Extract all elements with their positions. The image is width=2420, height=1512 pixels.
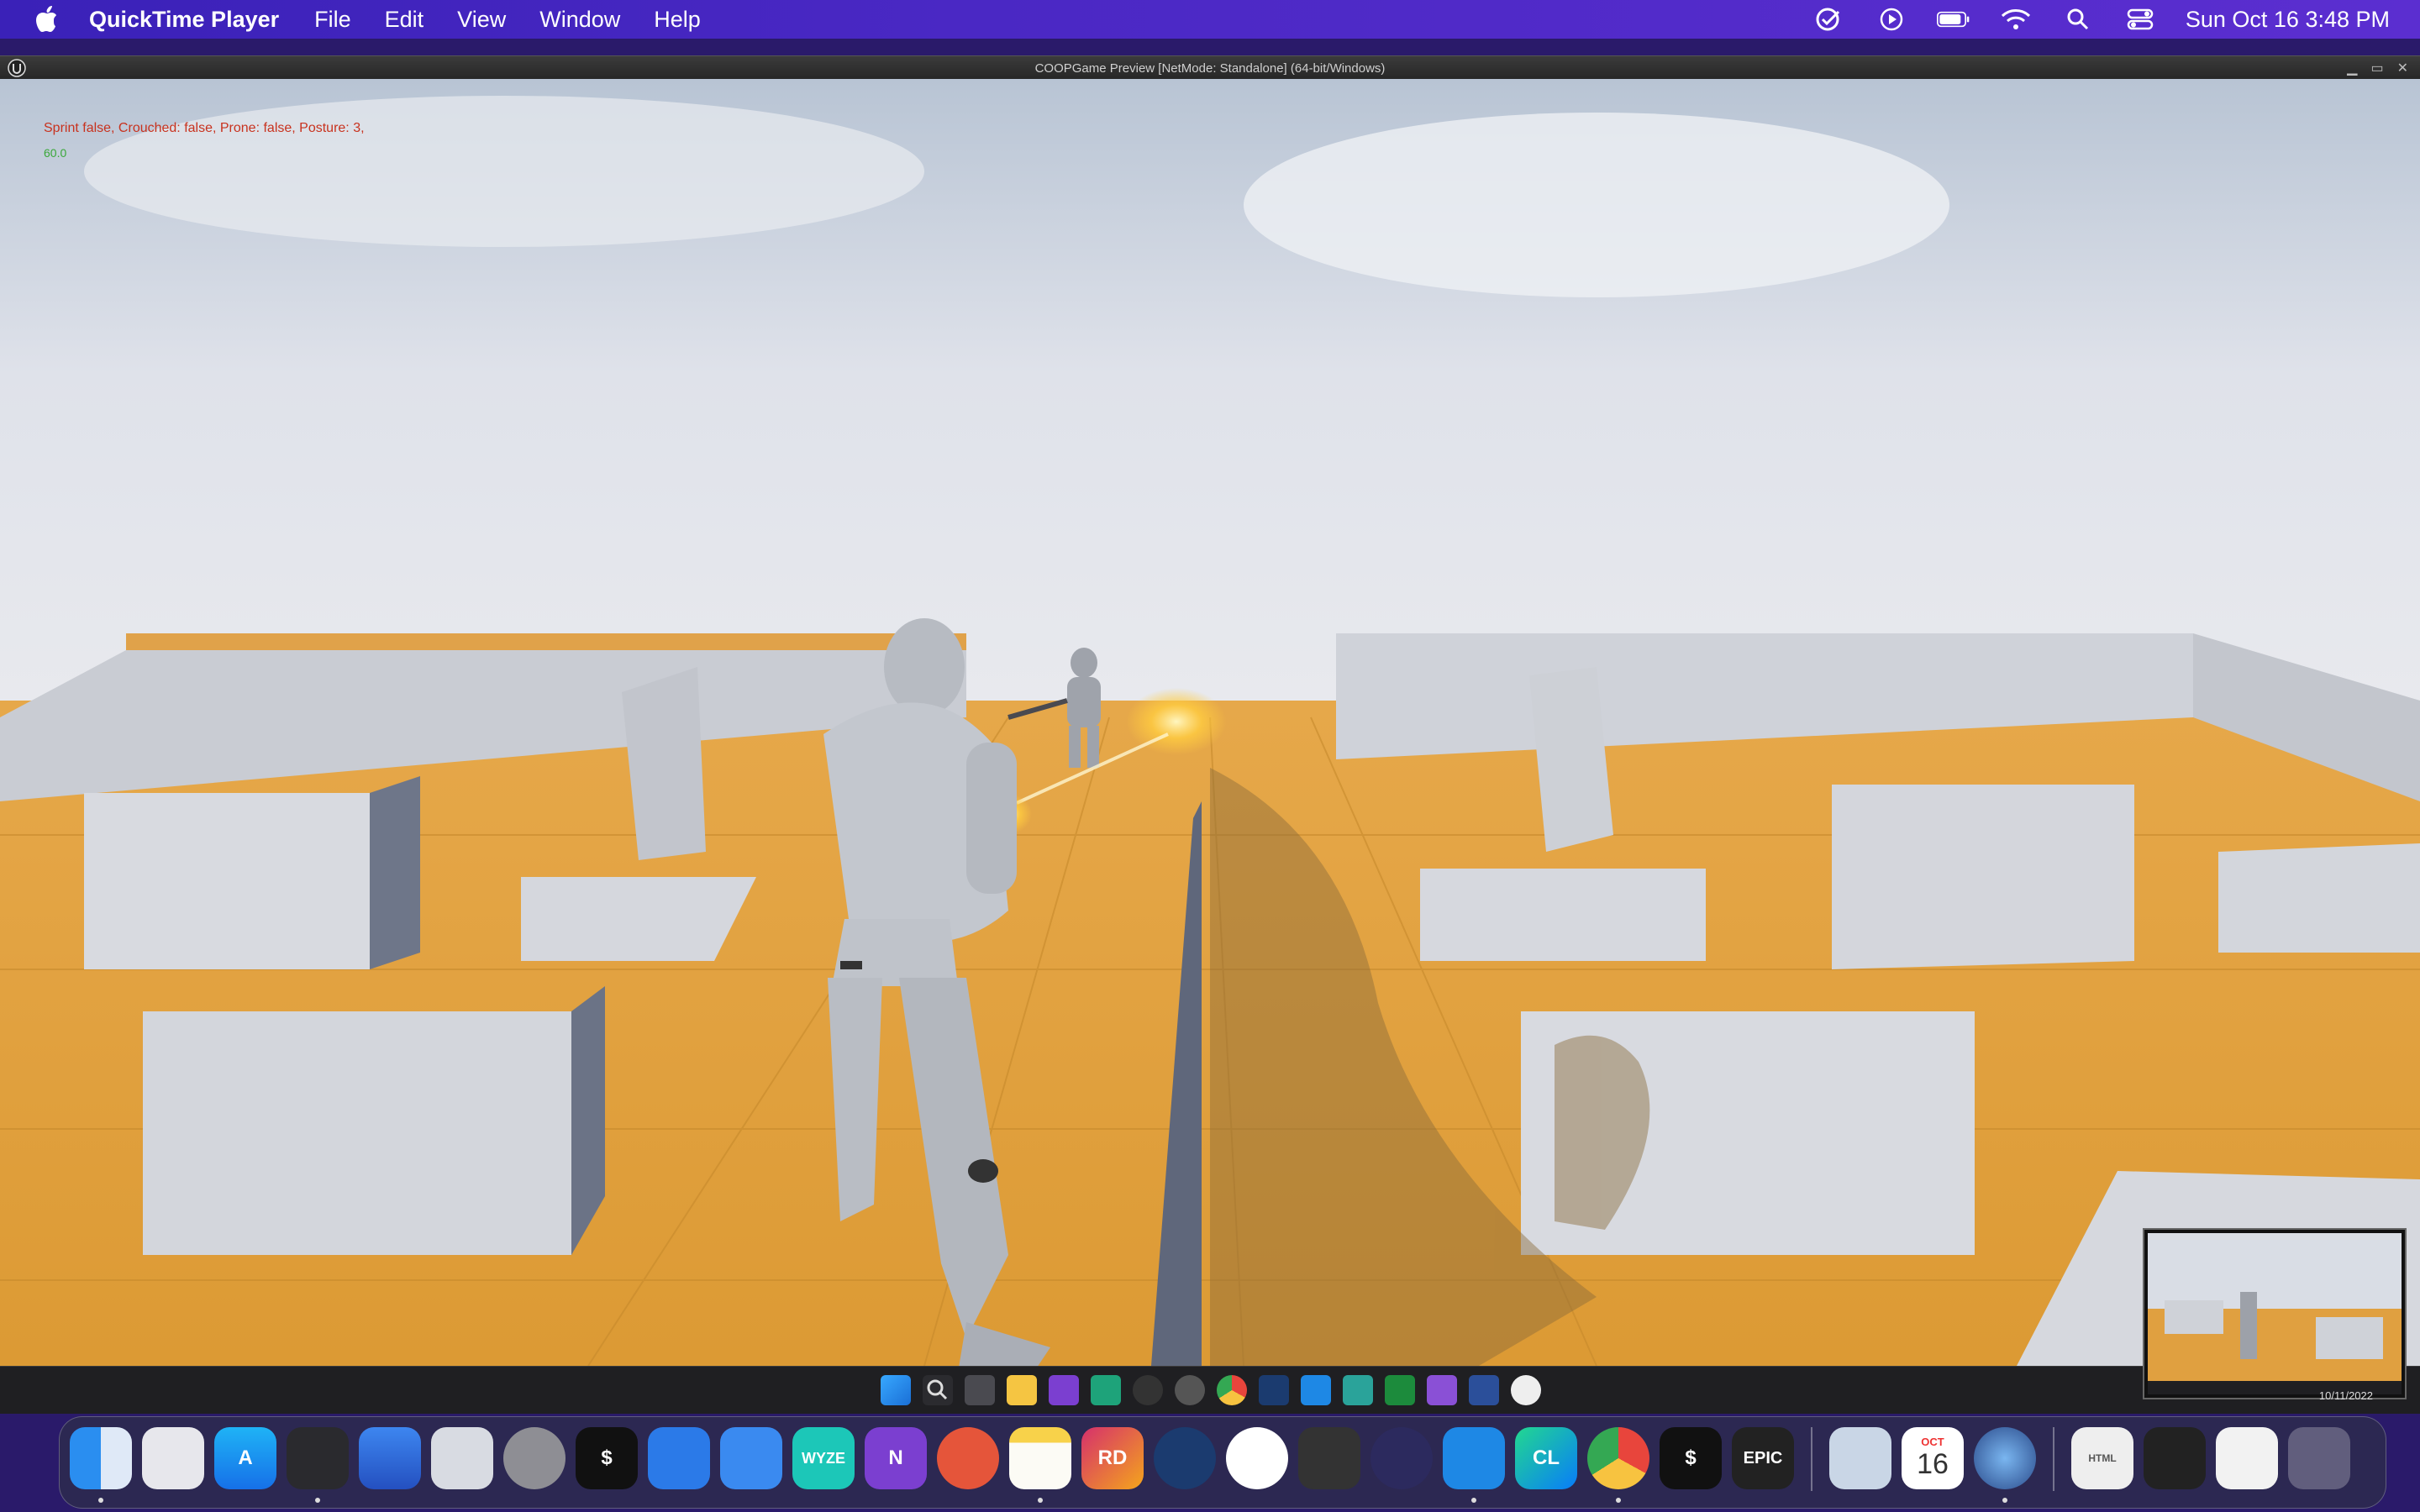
video-thumbnail-preview[interactable] (2144, 1230, 2405, 1398)
unreal-icon[interactable] (1511, 1375, 1541, 1405)
app-icon[interactable] (1091, 1375, 1121, 1405)
dock-launchpad[interactable] (142, 1427, 204, 1489)
clock[interactable]: Sun Oct 16 3:48 PM (2186, 7, 2390, 33)
cloud (84, 96, 924, 247)
menu-window[interactable]: Window (539, 7, 620, 33)
menu-view[interactable]: View (457, 7, 506, 33)
dock-finder[interactable] (70, 1427, 132, 1503)
dock-remote-desktop[interactable] (937, 1427, 999, 1489)
menu-help[interactable]: Help (654, 7, 701, 33)
close-icon[interactable]: ✕ (2397, 60, 2408, 76)
dock-onenote[interactable]: N (865, 1427, 927, 1489)
menu-bar: QuickTime Player File Edit View Window H… (0, 0, 2420, 39)
search-icon[interactable] (923, 1375, 953, 1405)
guest-taskbar (0, 1366, 2420, 1414)
dock-preview[interactable] (431, 1427, 493, 1489)
chrome-icon[interactable] (1217, 1375, 1247, 1405)
menu-edit[interactable]: Edit (385, 7, 424, 33)
visual-studio-icon[interactable] (1427, 1375, 1457, 1405)
dock-chrome-window[interactable] (2216, 1427, 2278, 1489)
rider-icon[interactable] (1385, 1375, 1415, 1405)
dock-wyze[interactable]: WYZE (792, 1427, 855, 1489)
app-menu[interactable]: QuickTime Player (89, 7, 279, 33)
dock-trash[interactable] (2288, 1427, 2350, 1489)
dock-xcode[interactable] (720, 1427, 782, 1489)
dock: A $ WYZE N RD CL $ EPIC OCT 16 HTML (59, 1416, 2386, 1509)
dock-terminal-2[interactable]: $ (1660, 1427, 1722, 1489)
dock-dvd-player[interactable] (287, 1427, 349, 1503)
dock-vscode-window[interactable] (2144, 1427, 2206, 1489)
dock-unity[interactable] (1298, 1427, 1360, 1489)
dock-steam[interactable] (1154, 1427, 1216, 1489)
app-icon-2[interactable] (1175, 1375, 1205, 1405)
powershell-icon[interactable] (1469, 1375, 1499, 1405)
dock-image-capture[interactable] (1829, 1427, 1891, 1489)
maximize-icon[interactable]: ▭ (2370, 60, 2383, 76)
dock-epic-games[interactable]: EPIC (1732, 1427, 1794, 1489)
window-controls: ▁ ▭ ✕ (2347, 60, 2408, 76)
dock-chrome[interactable] (1587, 1427, 1649, 1503)
debug-fps-text: 60.0 (44, 146, 67, 160)
onenote-icon[interactable] (1049, 1375, 1079, 1405)
dock-notes[interactable] (1009, 1427, 1071, 1503)
vscode-icon[interactable] (1301, 1375, 1331, 1405)
unreal-logo-icon (8, 59, 26, 77)
play-circle-icon[interactable] (1875, 5, 1908, 34)
cloud (1244, 113, 1949, 297)
windows-start-icon[interactable] (881, 1375, 911, 1405)
obs-icon[interactable] (1133, 1375, 1163, 1405)
minimize-icon[interactable]: ▁ (2347, 60, 2357, 76)
dock-altool[interactable] (1226, 1427, 1288, 1489)
dock-terminal[interactable]: $ (576, 1427, 638, 1489)
debug-status-text: Sprint false, Crouched: false, Prone: fa… (44, 121, 365, 135)
dock-clion[interactable]: CL (1515, 1427, 1577, 1489)
game-scene (0, 79, 2420, 1366)
dock-html-document[interactable]: HTML (2071, 1427, 2133, 1489)
status-area: Sun Oct 16 3:48 PM (1812, 0, 2390, 39)
dock-swift-playgrounds[interactable] (359, 1427, 421, 1489)
dock-eclipse[interactable] (1370, 1427, 1433, 1489)
dock-rider[interactable]: RD (1081, 1427, 1144, 1489)
guest-taskbar-date: 10/11/2022 (2318, 1389, 2373, 1402)
dock-vscode[interactable] (1443, 1427, 1505, 1503)
game-viewport[interactable]: Sprint false, Crouched: false, Prone: fa… (0, 79, 2420, 1366)
dock-quicktime[interactable] (1974, 1427, 2036, 1503)
dock-system-preferences[interactable] (503, 1427, 566, 1489)
menu-file[interactable]: File (314, 7, 351, 33)
wifi-icon[interactable] (1999, 5, 2033, 34)
dock-xcode-instruments[interactable] (648, 1427, 710, 1489)
dock-app-store[interactable]: A (214, 1427, 276, 1489)
siri-checkmark-icon[interactable] (1812, 5, 1846, 34)
dock-separator (1811, 1427, 1812, 1491)
app-icon-3[interactable] (1343, 1375, 1373, 1405)
window-title-bar[interactable]: COOPGame Preview [NetMode: Standalone] (… (0, 55, 2420, 80)
file-explorer-icon[interactable] (1007, 1375, 1037, 1405)
calendar-month: OCT (1921, 1436, 1944, 1448)
spotlight-search-icon[interactable] (2061, 5, 2095, 34)
battery-icon[interactable] (1936, 5, 1970, 34)
window-title: COOPGame Preview [NetMode: Standalone] (… (1034, 60, 1386, 76)
dock-calendar[interactable]: OCT 16 (1902, 1427, 1964, 1489)
steam-icon[interactable] (1259, 1375, 1289, 1405)
task-view-icon[interactable] (965, 1375, 995, 1405)
calendar-day: 16 (1917, 1448, 1949, 1480)
dock-separator-2 (2053, 1427, 2054, 1491)
control-center-icon[interactable] (2123, 5, 2157, 34)
apple-logo-icon[interactable] (34, 5, 59, 34)
